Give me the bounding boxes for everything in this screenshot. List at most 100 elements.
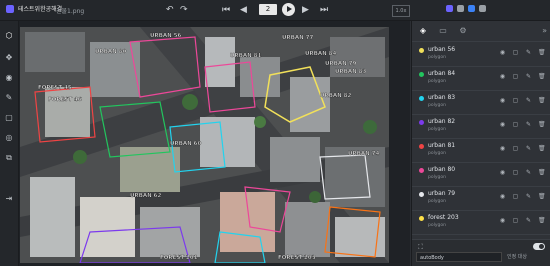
select-icon[interactable]: ▢ bbox=[512, 169, 519, 176]
map-label: URBAN 82 bbox=[320, 93, 351, 99]
layer-item[interactable]: urban 81 polygon ◉ ▢ ✎ 🗑 bbox=[412, 138, 550, 163]
select-icon[interactable]: ▢ bbox=[512, 73, 519, 80]
delete-icon[interactable]: 🗑 bbox=[538, 73, 546, 80]
layer-actions: ◉ ▢ ✎ 🗑 bbox=[499, 73, 546, 80]
redo-button[interactable]: ↷ bbox=[180, 3, 188, 17]
eye-icon[interactable]: ◉ bbox=[499, 169, 506, 176]
box-tool-icon[interactable]: ▢ bbox=[4, 113, 14, 123]
edit-icon[interactable]: ✎ bbox=[525, 97, 532, 104]
delete-icon[interactable]: 🗑 bbox=[538, 49, 546, 56]
fullscreen-icon[interactable] bbox=[479, 5, 486, 12]
view-options bbox=[446, 5, 486, 12]
layer-actions: ◉ ▢ ✎ 🗑 bbox=[499, 49, 546, 56]
select-icon[interactable]: ▢ bbox=[512, 217, 519, 224]
grid-icon[interactable] bbox=[446, 5, 453, 12]
eye-icon[interactable]: ◉ bbox=[499, 121, 506, 128]
map-label: FOREST 203 bbox=[278, 255, 316, 261]
layer-type: polygon bbox=[428, 55, 446, 60]
delete-icon[interactable]: 🗑 bbox=[538, 217, 546, 224]
tab-comments-icon[interactable]: ▭ bbox=[438, 26, 448, 36]
app-logo-icon bbox=[6, 4, 14, 13]
map-label: URBAN 56 bbox=[150, 33, 181, 39]
delete-icon[interactable]: 🗑 bbox=[538, 145, 546, 152]
delete-icon[interactable]: 🗑 bbox=[538, 121, 546, 128]
layer-item[interactable]: urban 80 polygon ◉ ▢ ✎ 🗑 bbox=[412, 162, 550, 187]
exit-tool-icon[interactable]: ⇥ bbox=[4, 194, 14, 204]
select-icon[interactable]: ▢ bbox=[512, 97, 519, 104]
delete-icon[interactable]: 🗑 bbox=[538, 169, 546, 176]
eye-tool-icon[interactable]: ◎ bbox=[4, 133, 14, 143]
layer-item[interactable]: forest 203 polygon ◉ ▢ ✎ 🗑 bbox=[412, 210, 550, 235]
eye-icon[interactable]: ◉ bbox=[499, 145, 506, 152]
edit-icon[interactable]: ✎ bbox=[525, 73, 532, 80]
layer-name: urban 84 bbox=[428, 70, 456, 77]
visibility-toggle[interactable] bbox=[533, 243, 545, 250]
layer-color-dot bbox=[419, 216, 424, 221]
filter-icon[interactable]: ⛶ bbox=[418, 243, 423, 252]
edit-icon[interactable]: ✎ bbox=[525, 193, 532, 200]
collapse-icon[interactable]: » bbox=[542, 26, 547, 35]
layer-type: polygon bbox=[428, 175, 446, 180]
undo-button[interactable]: ↶ bbox=[166, 3, 174, 17]
layer-actions: ◉ ▢ ✎ 🗑 bbox=[499, 145, 546, 152]
edit-icon[interactable]: ✎ bbox=[525, 169, 532, 176]
class-select[interactable]: autoBody bbox=[416, 252, 502, 262]
play-button[interactable] bbox=[282, 3, 295, 16]
layer-item[interactable]: urban 56 polygon ◉ ▢ ✎ 🗑 bbox=[412, 42, 550, 67]
layers-panel: ◈ ▭ ⚙ » urban 56 polygon ◉ ▢ ✎ 🗑 urban 84 p… bbox=[411, 21, 550, 266]
eye-icon[interactable]: ◉ bbox=[499, 193, 506, 200]
tab-layers-icon[interactable]: ◈ bbox=[418, 26, 428, 36]
eye-icon[interactable]: ◉ bbox=[499, 97, 506, 104]
delete-icon[interactable]: 🗑 bbox=[538, 193, 546, 200]
map-label: URBAN 77 bbox=[282, 35, 313, 41]
layer-name: urban 56 bbox=[428, 46, 456, 53]
tab-info-icon[interactable]: ⚙ bbox=[458, 26, 468, 36]
eye-icon[interactable]: ◉ bbox=[499, 217, 506, 224]
layer-item[interactable]: urban 82 polygon ◉ ▢ ✎ 🗑 bbox=[412, 114, 550, 139]
move-tool-icon[interactable]: ✥ bbox=[4, 53, 14, 63]
layer-actions: ◉ ▢ ✎ 🗑 bbox=[499, 193, 546, 200]
layer-icon[interactable] bbox=[457, 5, 464, 12]
select-icon[interactable]: ▢ bbox=[512, 49, 519, 56]
point-tool-icon[interactable]: ◉ bbox=[4, 73, 14, 83]
first-frame-button[interactable]: ⏮ bbox=[222, 3, 230, 17]
eye-icon[interactable]: ◉ bbox=[499, 49, 506, 56]
aerial-image[interactable]: URBAN 56 URBAN 77 URBAN 84 URBAN 83 URBA… bbox=[20, 27, 389, 263]
layer-color-dot bbox=[419, 192, 424, 197]
edit-icon[interactable]: ✎ bbox=[525, 121, 532, 128]
layer-name: urban 79 bbox=[428, 190, 456, 197]
next-frame-button[interactable]: ▶ bbox=[302, 3, 309, 17]
layer-color-dot bbox=[419, 48, 424, 53]
prev-frame-button[interactable]: ◀ bbox=[240, 3, 247, 17]
brush-tool-icon[interactable]: ✎ bbox=[4, 93, 14, 103]
edit-icon[interactable]: ✎ bbox=[525, 145, 532, 152]
select-icon[interactable]: ▢ bbox=[512, 193, 519, 200]
layer-actions: ◉ ▢ ✎ 🗑 bbox=[499, 97, 546, 104]
map-label: URBAN 81 bbox=[230, 53, 261, 59]
edit-icon[interactable]: ✎ bbox=[525, 49, 532, 56]
eye-icon[interactable]: ◉ bbox=[499, 73, 506, 80]
class-select-button[interactable]: 인정 대상 bbox=[507, 252, 543, 262]
layer-type: polygon bbox=[428, 103, 446, 108]
select-icon[interactable]: ▢ bbox=[512, 145, 519, 152]
select-icon[interactable]: ▢ bbox=[512, 121, 519, 128]
settings-icon[interactable] bbox=[468, 5, 475, 12]
layer-type: polygon bbox=[428, 151, 446, 156]
layer-name: urban 80 bbox=[428, 166, 456, 173]
layer-actions: ◉ ▢ ✎ 🗑 bbox=[499, 121, 546, 128]
layer-item[interactable]: urban 79 polygon ◉ ▢ ✎ 🗑 bbox=[412, 186, 550, 211]
layer-item[interactable]: urban 84 polygon ◉ ▢ ✎ 🗑 bbox=[412, 66, 550, 91]
last-frame-button[interactable]: ⏭ bbox=[320, 3, 328, 17]
left-toolbar: ⬡ ✥ ◉ ✎ ▢ ◎ ⧉ ⇥ bbox=[0, 21, 19, 266]
zoom-level[interactable]: 1.0x bbox=[392, 5, 410, 17]
layer-name: urban 81 bbox=[428, 142, 456, 149]
delete-icon[interactable]: 🗑 bbox=[538, 97, 546, 104]
layer-item[interactable]: urban 83 polygon ◉ ▢ ✎ 🗑 bbox=[412, 90, 550, 115]
polygon-tool-icon[interactable]: ⬡ bbox=[4, 31, 14, 41]
copy-tool-icon[interactable]: ⧉ bbox=[4, 153, 14, 163]
map-label: FOREST 201 bbox=[160, 255, 198, 261]
map-label: URBAN 83 bbox=[335, 69, 366, 75]
page-number-input[interactable]: 2 bbox=[259, 4, 277, 15]
layer-color-dot bbox=[419, 96, 424, 101]
edit-icon[interactable]: ✎ bbox=[525, 217, 532, 224]
